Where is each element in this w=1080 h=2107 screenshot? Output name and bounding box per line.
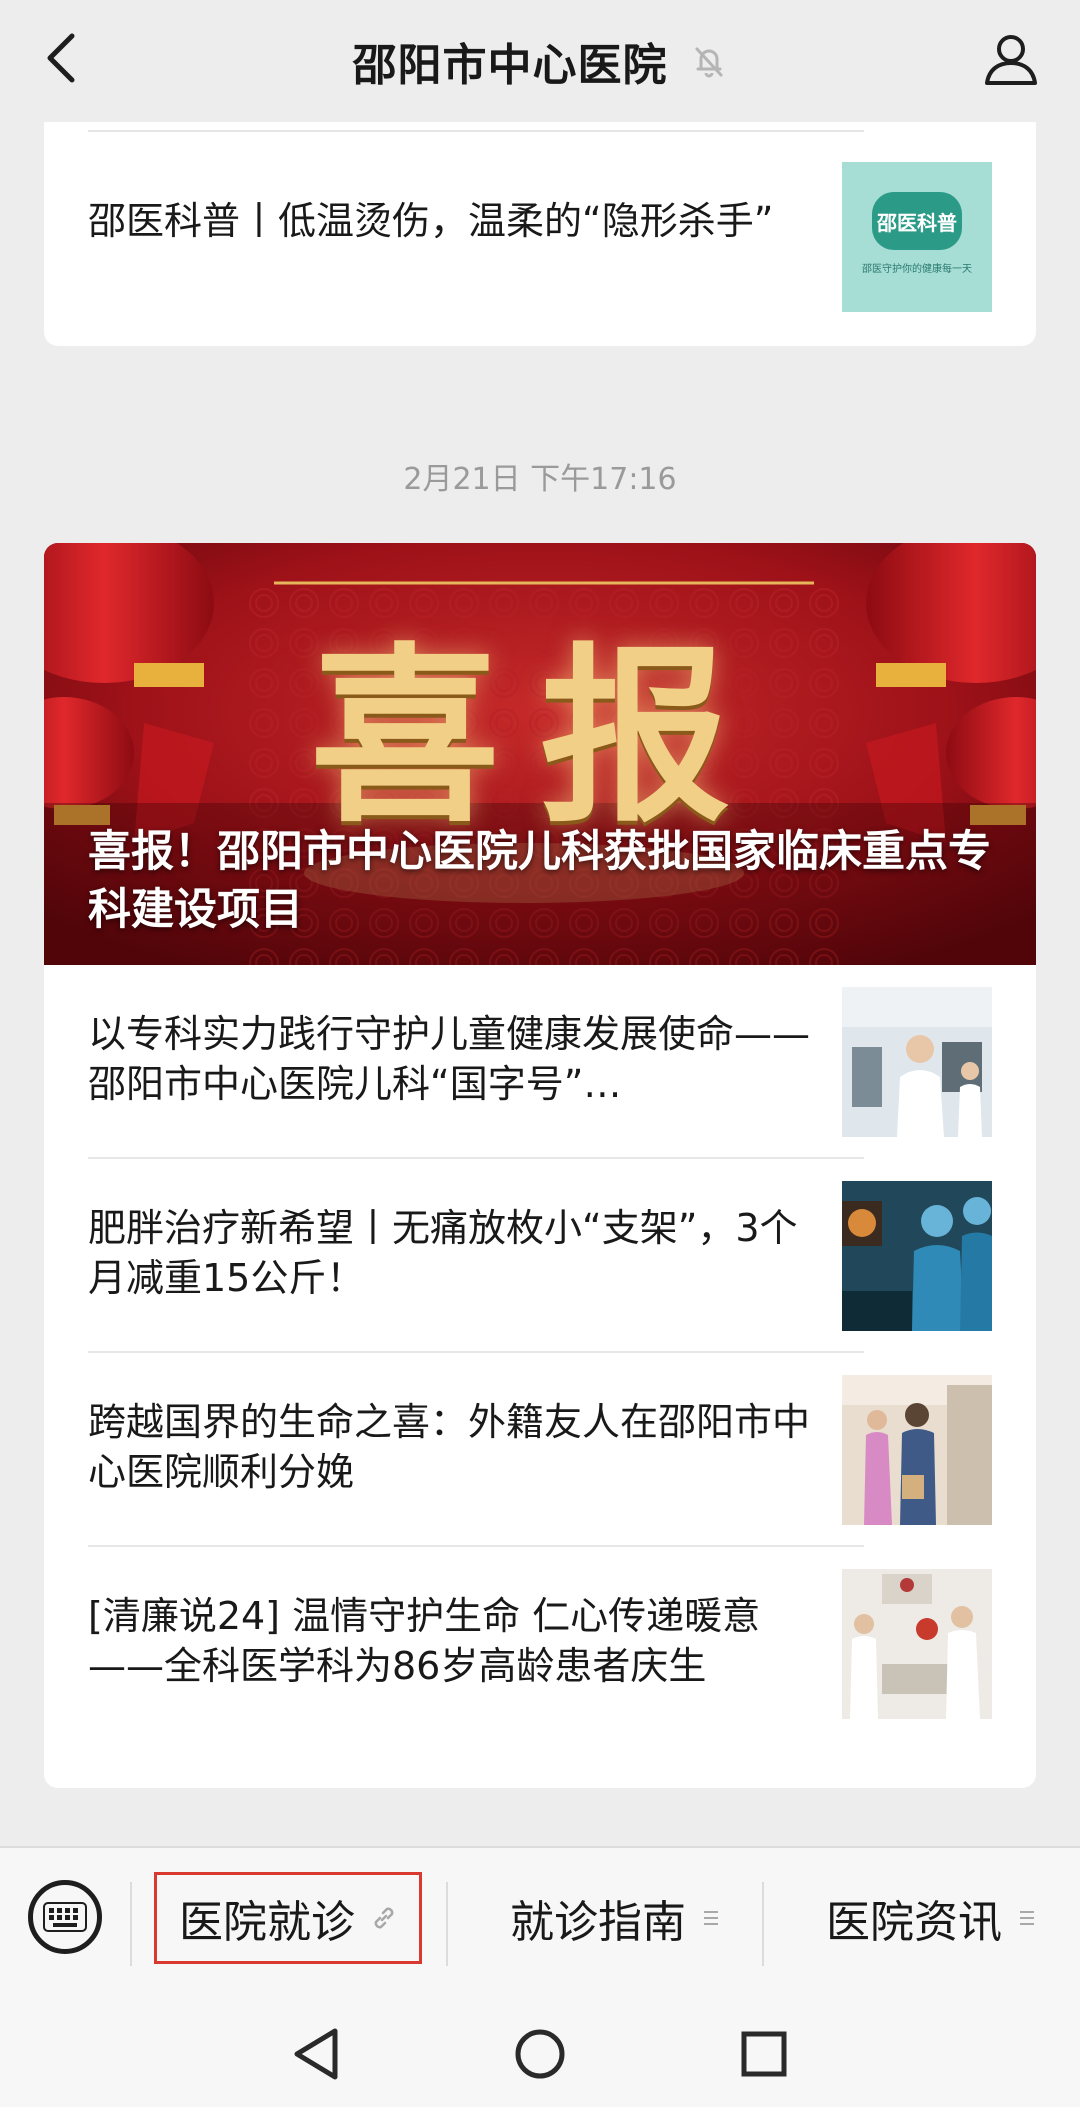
article-row[interactable]: [清廉说24] 温情守护生命 仁心传递暖意——全科医学科为86岁高龄患者庆生 [44, 1547, 1036, 1741]
thumb-badge: 邵医科普 [872, 192, 962, 250]
message-timestamp: 2月21日 下午17:16 [403, 462, 677, 497]
menu-item-label: 就诊指南 [510, 1897, 686, 1948]
top-bar: 邵阳市中心医院 [0, 0, 1080, 122]
menu-separator [762, 1882, 764, 1966]
user-icon [985, 35, 1037, 85]
thumb-badge-text: 邵医科普 [877, 210, 957, 235]
keyboard-toggle-button[interactable] [28, 1880, 102, 1954]
thumb-caption: 邵医守护你的健康每一天 [862, 264, 972, 275]
article-thumbnail [842, 1375, 992, 1525]
menu-item-hospital-news[interactable]: 医院资讯 [786, 1872, 1076, 1964]
menu-item-visit-guide[interactable]: 就诊指南 [470, 1872, 760, 1964]
title-area: 邵阳市中心医院 [0, 0, 1080, 122]
article-row[interactable]: 跨越国界的生命之喜：外籍友人在邵阳市中心医院顺利分娩 [44, 1353, 1036, 1547]
article-thumbnail: 邵医科普 邵医守护你的健康每一天 [842, 162, 992, 312]
menu-lines-icon [704, 1911, 718, 1925]
article-title: 肥胖治疗新希望丨无痛放枚小“支架”，3个月减重15公斤！ [88, 1206, 798, 1300]
nav-home-button[interactable] [510, 2024, 570, 2084]
article-thumbnail [842, 1181, 992, 1331]
official-account-menu: 医院就诊 就诊指南 医院资讯 [0, 1846, 1080, 1996]
menu-separator [446, 1882, 448, 1966]
nav-recents-button[interactable] [734, 2024, 794, 2084]
divider [88, 130, 864, 132]
article-title: 以专科实力践行守护儿童健康发展使命——邵阳市中心医院儿科“国字号”… [88, 1012, 811, 1106]
banner-article[interactable]: 喜报 喜报！邵阳市中心医院儿科获批国家临床重点专科建设项目 [44, 543, 1036, 965]
keyboard-icon [43, 1902, 87, 1932]
menu-lines-icon [1020, 1911, 1034, 1925]
article-title: 跨越国界的生命之喜：外籍友人在邵阳市中心医院顺利分娩 [88, 1400, 811, 1494]
previous-article-card: 邵医科普丨低温烫伤，温柔的“隐形杀手” 邵医科普 邵医守护你的健康每一天 [44, 122, 1036, 346]
profile-button[interactable] [980, 28, 1042, 90]
menu-item-label: 医院资讯 [826, 1897, 1002, 1948]
triangle-back-icon [294, 2028, 338, 2080]
menu-item-label: 医院就诊 [179, 1897, 355, 1948]
article-bundle-card: 喜报 喜报！邵阳市中心医院儿科获批国家临床重点专科建设项目 以专科实力践行守护儿… [44, 543, 1036, 1788]
link-icon [374, 1907, 394, 1929]
article-thumbnail [842, 1569, 992, 1719]
article-row[interactable]: 邵医科普丨低温烫伤，温柔的“隐形杀手” 邵医科普 邵医守护你的健康每一天 [44, 134, 1036, 328]
article-title: 邵医科普丨低温烫伤，温柔的“隐形杀手” [88, 199, 774, 243]
article-row[interactable]: 肥胖治疗新希望丨无痛放枚小“支架”，3个月减重15公斤！ [44, 1159, 1036, 1353]
banner-big-text: 喜报 [309, 625, 770, 848]
bell-off-icon [690, 42, 728, 80]
article-row[interactable]: 以专科实力践行守护儿童健康发展使命——邵阳市中心医院儿科“国字号”… [44, 965, 1036, 1159]
menu-separator [130, 1882, 132, 1966]
circle-home-icon [515, 2029, 565, 2079]
article-title: [清廉说24] 温情守护生命 仁心传递暖意——全科医学科为86岁高龄患者庆生 [88, 1594, 761, 1688]
banner-title: 喜报！邵阳市中心医院儿科获批国家临床重点专科建设项目 [88, 827, 991, 935]
menu-item-hospital-visit[interactable]: 医院就诊 [154, 1872, 422, 1964]
chat-title: 邵阳市中心医院 [352, 40, 668, 91]
nav-back-button[interactable] [286, 2024, 346, 2084]
system-navigation-bar [0, 1996, 1080, 2107]
article-thumbnail [842, 987, 992, 1137]
square-recents-icon [741, 2031, 787, 2077]
